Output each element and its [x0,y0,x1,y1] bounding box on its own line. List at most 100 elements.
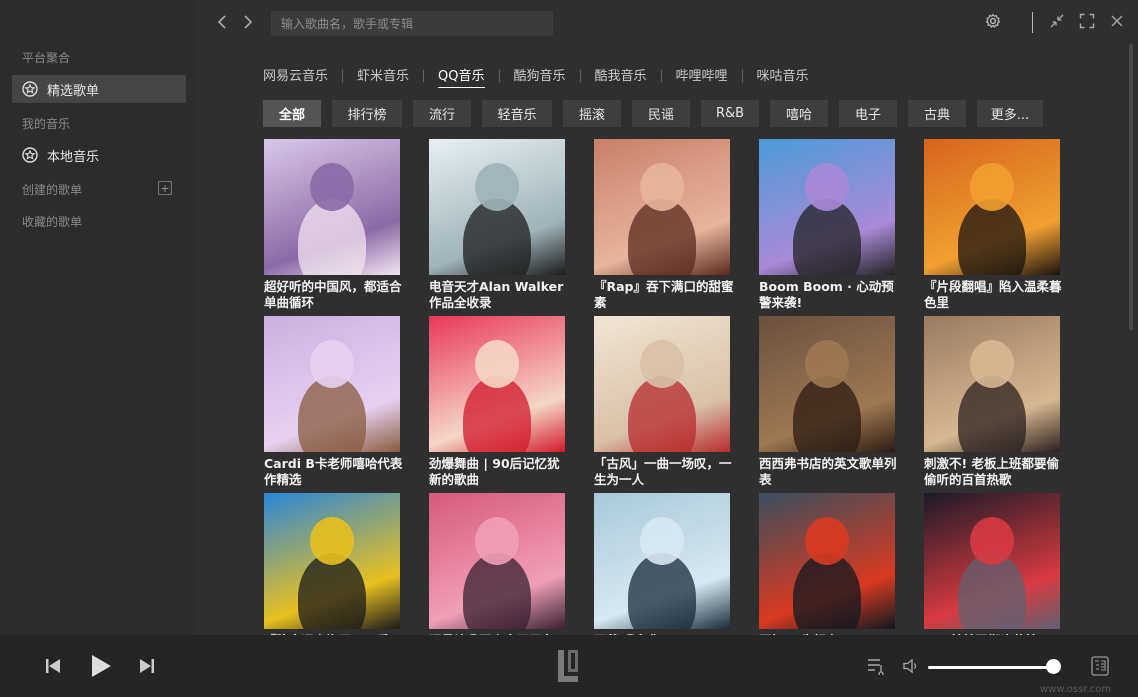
cover-figure-head [805,163,849,211]
playlist-icon [868,659,884,675]
playlist-card[interactable]: 『片段翻唱』陷入温柔暮色里 [924,139,1064,311]
close-icon [1111,15,1123,27]
category-button[interactable]: 更多... [977,100,1043,127]
cover-figure-head [640,517,684,565]
playlist-title[interactable]: 超好听的中国风，都适合单曲循环 [264,279,404,311]
forward-button[interactable] [240,13,256,31]
section-platform: 平台聚合 [22,51,71,65]
playlist-cover[interactable] [924,493,1060,629]
source-tab[interactable]: 哔哩哔哩 [676,65,728,87]
playlist-cover[interactable] [264,316,400,452]
play-icon [92,655,111,677]
playlist-card[interactable]: 『Rap』吞下满口的甜蜜素 [594,139,734,311]
playlist-card[interactable]: Cardi B卡老师嘻哈代表作精选 [264,316,404,488]
section-created: 创建的歌单 [22,183,83,197]
add-playlist-button[interactable]: + [158,181,172,195]
playlist-cover[interactable] [429,316,565,452]
volume-button[interactable] [903,658,919,674]
source-tab[interactable]: 酷狗音乐 [514,65,566,87]
source-tab[interactable]: QQ音乐 [438,65,485,88]
topbar [196,0,1138,44]
back-button[interactable] [214,13,230,31]
category-button[interactable]: 摇滚 [563,100,621,127]
category-button[interactable]: 轻音乐 [482,100,552,127]
star-icon [22,81,38,97]
playlist-card[interactable]: Boom Boom · 心动预警来袭! [759,139,899,311]
playlist-cover[interactable] [924,139,1060,275]
category-button[interactable]: 民谣 [632,100,690,127]
playlist-grid: 超好听的中国风，都适合单曲循环 电音天才Alan Walker作品全收录 『Rap』… [263,139,1123,635]
previous-button[interactable] [44,657,62,675]
playlist-cover[interactable] [429,139,565,275]
section-collected: 收藏的歌单 [22,215,83,229]
playlist-title[interactable]: 「古风」一曲一场叹，一生为一人 [594,456,734,488]
sidebar: 平台聚合 精选歌单 我的音乐 本地音乐 创建的歌单 + 收藏的歌单 [0,0,196,635]
volume-slider[interactable] [928,666,1060,669]
tab-separator [741,70,743,82]
category-button[interactable]: 全部 [263,100,321,127]
category-button[interactable]: 流行 [413,100,471,127]
playlist-title[interactable]: 刺激不! 老板上班都要偷偷听的百首热歌 [924,456,1064,488]
playlist-cover[interactable] [759,493,895,629]
playlist-card[interactable]: 「古风」一曲一场叹，一生为一人 [594,316,734,488]
tab-separator [498,70,500,82]
source-tab[interactable]: 咪咕音乐 [757,65,809,87]
lyrics-button[interactable] [1091,656,1109,676]
source-tab[interactable]: 虾米音乐 [357,65,409,87]
cover-figure-head [310,163,354,211]
playlist-button[interactable] [867,657,885,675]
search-input[interactable] [271,11,553,36]
category-button[interactable]: 排行榜 [332,100,402,127]
fullscreen-button[interactable] [1078,12,1096,30]
playlist-title[interactable]: 『Rap』吞下满口的甜蜜素 [594,279,734,311]
category-button[interactable]: 电子 [839,100,897,127]
next-button[interactable] [138,657,156,675]
category-button[interactable]: R&B [701,100,759,127]
sidebar-item-featured-label: 精选歌单 [47,83,100,99]
cover-figure-head [640,163,684,211]
playlist-card[interactable]: 逗号让我回来今日无名 [429,493,569,635]
play-button[interactable] [89,654,113,678]
playlist-card[interactable]: 劲爆舞曲 | 90后记忆犹新的歌曲 [429,316,569,488]
tab-separator [660,70,662,82]
playlist-card[interactable]: 王菲 我和你 [594,493,734,635]
playlist-cover[interactable] [594,316,730,452]
playlist-cover[interactable] [759,139,895,275]
playlist-title[interactable]: 电音天才Alan Walker作品全收录 [429,279,569,311]
topbar-separator [1032,12,1033,33]
playlist-title[interactable]: 『片段翻唱』陷入温柔暮色里 [924,279,1064,311]
back-icon [217,15,226,29]
playlist-card[interactable]: 刺激不! 老板上班都要偷偷听的百首热歌 [924,316,1064,488]
minimize-icon [1050,14,1064,28]
playlist-cover[interactable] [759,316,895,452]
playlist-cover[interactable] [594,493,730,629]
minimize-button[interactable] [1048,12,1066,30]
source-tab[interactable]: 网易云音乐 [263,65,328,87]
cover-figure-head [475,340,519,388]
playlist-cover[interactable] [924,316,1060,452]
playlist-title[interactable]: Boom Boom · 心动预警来袭! [759,279,899,311]
playlist-card[interactable]: 西西弗书店的英文歌单列表 [759,316,899,488]
playlist-card[interactable]: 超好听的中国风，都适合单曲循环 [264,139,404,311]
playlist-title[interactable]: 劲爆舞曲 | 90后记忆犹新的歌曲 [429,456,569,488]
playlist-card[interactable]: 电音天才Alan Walker作品全收录 [429,139,569,311]
playlist-card[interactable]: 『陈奕迅上海甲』一乐 [264,493,404,635]
playlist-cover[interactable] [594,139,730,275]
playlist-cover[interactable] [264,493,400,629]
playlist-card[interactable]: 回忆 一生相守 [759,493,899,635]
source-tab[interactable]: 酷我音乐 [595,65,647,87]
settings-button[interactable] [984,12,1002,30]
sidebar-item-local[interactable]: 本地音乐 [12,141,186,169]
sidebar-item-featured[interactable]: 精选歌单 [12,75,186,103]
playlist-title[interactable]: 西西弗书店的英文歌单列表 [759,456,899,488]
playlist-card[interactable]: 200首美国街头节拍 [924,493,1064,635]
cover-figure-head [310,517,354,565]
playlist-title[interactable]: Cardi B卡老师嘻哈代表作精选 [264,456,404,488]
playlist-cover[interactable] [429,493,565,629]
category-button[interactable]: 古典 [908,100,966,127]
cover-figure-head [475,517,519,565]
category-button[interactable]: 嘻哈 [770,100,828,127]
scrollbar[interactable] [1129,44,1133,330]
close-button[interactable] [1108,12,1126,30]
playlist-cover[interactable] [264,139,400,275]
